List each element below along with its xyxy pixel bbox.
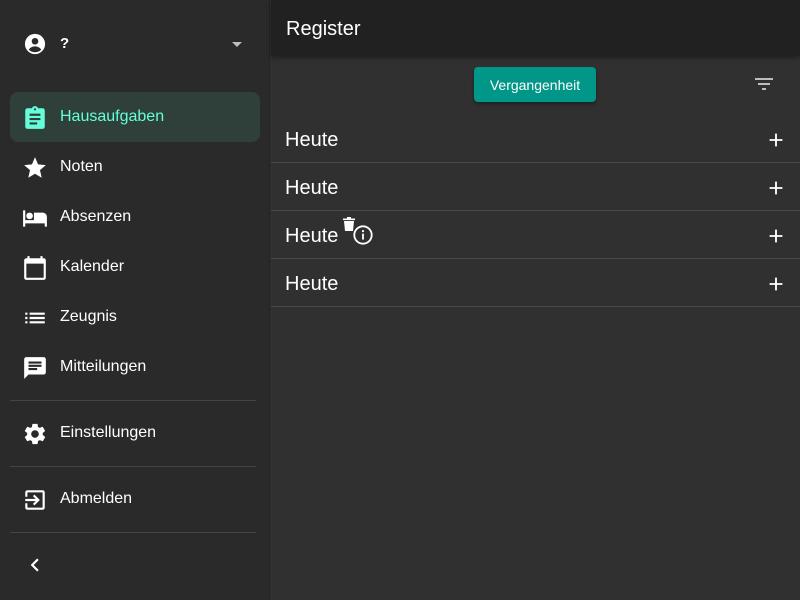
star-icon xyxy=(24,157,46,178)
sidebar: ? Hausaufgaben Noten Absenzen Kalender Z… xyxy=(0,0,270,600)
sidebar-item-einstellungen[interactable]: Einstellungen xyxy=(10,408,260,458)
row-label: Heute xyxy=(285,273,339,295)
list-item[interactable]: Heute xyxy=(271,259,800,307)
assignment-icon xyxy=(25,106,45,129)
info-icon[interactable] xyxy=(352,224,374,246)
sidebar-divider xyxy=(10,400,256,401)
account-circle-icon xyxy=(24,33,46,55)
list-item[interactable]: Heute xyxy=(271,211,800,259)
plus-icon[interactable] xyxy=(765,129,787,151)
sidebar-item-label: Noten xyxy=(60,158,103,175)
sidebar-item-label: Mitteilungen xyxy=(60,358,147,375)
sidebar-item-absenzen[interactable]: Absenzen xyxy=(10,192,260,242)
sidebar-item-kalender[interactable]: Kalender xyxy=(10,242,260,292)
gear-icon xyxy=(24,423,46,445)
past-button[interactable]: Vergangenheit xyxy=(474,67,596,102)
app-bar: Register xyxy=(271,0,800,56)
page-title: Register xyxy=(286,18,361,40)
sidebar-divider xyxy=(10,466,256,467)
sidebar-item-mitteilungen[interactable]: Mitteilungen xyxy=(10,342,260,392)
sidebar-item-label: Zeugnis xyxy=(60,308,117,325)
sidebar-item-label: Absenzen xyxy=(60,208,132,225)
sidebar-item-label: Abmelden xyxy=(60,490,133,507)
sidebar-item-label: Einstellungen xyxy=(60,424,157,441)
list-icon xyxy=(25,312,45,324)
sidebar-item-label: Kalender xyxy=(60,258,125,275)
row-label: Heute xyxy=(285,177,339,199)
account-name: ? xyxy=(60,35,70,52)
plus-icon[interactable] xyxy=(765,225,787,247)
sidebar-item-label: Hausaufgaben xyxy=(60,108,165,125)
list-item[interactable]: Heute xyxy=(271,163,800,211)
calendar-icon xyxy=(24,256,46,280)
plus-icon[interactable] xyxy=(765,273,787,295)
logout-icon xyxy=(25,490,45,510)
bed-icon xyxy=(23,210,47,227)
row-label: Heute xyxy=(285,225,339,247)
sidebar-item-zeugnis[interactable]: Zeugnis xyxy=(10,292,260,342)
chevron-left-icon[interactable] xyxy=(22,552,48,578)
sidebar-item-abmelden[interactable]: Abmelden xyxy=(10,474,260,524)
account-selector[interactable]: ? xyxy=(0,20,270,68)
list-item[interactable]: Heute xyxy=(271,115,800,163)
sidebar-divider xyxy=(10,532,256,533)
filter-icon[interactable] xyxy=(752,72,776,96)
sidebar-item-noten[interactable]: Noten xyxy=(10,142,260,192)
sidebar-item-hausaufgaben[interactable]: Hausaufgaben xyxy=(10,92,260,142)
message-icon xyxy=(24,357,46,379)
plus-icon[interactable] xyxy=(765,177,787,199)
caret-down-icon[interactable] xyxy=(230,39,244,49)
row-label: Heute xyxy=(285,129,339,151)
